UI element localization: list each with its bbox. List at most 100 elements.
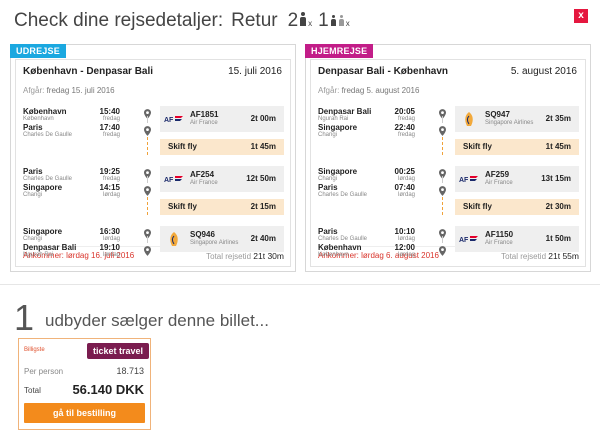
departure-day: fredag [397,116,415,122]
departure-day: lørdag [397,176,415,182]
flight-segment: Singapore Changi Paris Charles De Gaulle 00:… [318,161,579,198]
total-price: 56.140 DKK [72,382,144,397]
arrival-time: 07:40 [394,183,415,192]
route-line [442,236,443,243]
singapore-airlines-logo-icon [163,231,185,247]
flight-info[interactable]: AF AF259 Air France 13t 15m [455,166,579,192]
total-label: Total [24,386,41,395]
airline-name: Singapore Airlines [190,240,239,246]
departure-airport: Ngurah Rai [318,116,349,122]
return-itinerary: Denpasar Bali - København 5. august 2016… [310,59,586,267]
svg-text:AF: AF [164,117,174,124]
flight-number: AF254 [190,170,215,179]
layover-duration: 2t 15m [250,202,276,211]
close-button[interactable]: x [574,9,588,23]
arrival-airport: København [318,252,349,258]
passenger-count: 2 x 1 x [288,10,350,32]
route-line [147,176,148,183]
arrival-city: Paris [23,123,43,132]
route-line [442,116,443,123]
return-route: Denpasar Bali - København [318,66,449,77]
flight-info[interactable]: AF AF254 Air France 12t 50m [160,166,284,192]
location-pin-icon [144,106,151,119]
layover-bar: Skift fly 2t 30m [455,199,579,215]
arrival-day: lørdag [397,252,415,258]
arrival-city: Singapore [23,183,63,192]
layover-label: Skift fly [168,202,197,211]
airline-name: Air France [485,180,513,186]
flight-number: SQ946 [190,230,215,239]
layover-duration: 1t 45m [250,142,276,151]
flight-number: AF1851 [190,110,219,119]
arrival-time: 19:10 [99,243,120,252]
modal-title: Check dine rejsedetaljer: [14,10,224,31]
arrival-city: Singapore [318,123,358,132]
layover-bar: Skift fly 2t 15m [160,199,284,215]
departure-airport: Charles De Gaulle [318,236,368,242]
children-count: 1 [318,10,329,31]
flight-duration: 1t 50m [545,234,571,243]
air-france-logo-icon: AF [458,171,480,187]
offer-card[interactable]: Billigste ticket travel Per person 18.71… [18,338,151,430]
layover-label: Skift fly [168,142,197,151]
go-to-booking-button[interactable]: gå til bestilling [24,403,145,423]
return-departs: Afgår: fredag 5. august 2016 [318,86,419,95]
modal-header: Check dine rejsedetaljer: Retur 2 x 1 x [14,10,350,38]
flight-number: SQ947 [485,110,510,119]
layover-bar: Skift fly 1t 45m [455,139,579,155]
departs-label: Afgår: [318,86,340,95]
section-divider [0,284,600,285]
layover-label: Skift fly [463,202,492,211]
layover-dash [147,137,148,155]
adult-icon [299,12,307,26]
air-france-logo-icon: AF [163,111,185,127]
departure-airport: Changi [318,176,338,182]
flight-info[interactable]: AF AF1150 Air France 1t 50m [455,226,579,252]
flight-info[interactable]: SQ947 Singapore Airlines 2t 35m [455,106,579,132]
layover-dash [147,197,148,215]
arrival-airport: Charles De Gaulle [23,132,73,138]
arrival-airport: Changi [23,192,43,198]
child-icon [330,15,337,26]
provider-logo: ticket travel [87,343,149,359]
arrival-airport: Changi [318,132,338,138]
airline-name: Air France [190,180,218,186]
adults-count: 2 [287,10,299,31]
departure-city: Paris [23,167,43,176]
departure-day: fredag [102,116,120,122]
departure-day: fredag [102,176,120,182]
departure-time: 19:25 [99,167,120,176]
air-france-logo-icon: AF [458,231,480,247]
layover-dash [442,197,443,215]
air-france-logo-icon: AF [163,171,185,187]
location-pin-icon [144,166,151,179]
flight-info[interactable]: SQ946 Singapore Airlines 2t 40m [160,226,284,252]
outbound-itinerary: København - Denpasar Bali 15. juli 2016 … [15,59,291,267]
arrival-day: fredag [102,132,120,138]
departure-city: Singapore [23,227,63,236]
provider-text: udbyder sælger denne billet... [45,311,269,330]
departure-time: 10:10 [394,227,415,236]
trip-details-modal: Check dine rejsedetaljer: Retur 2 x 1 x … [0,0,600,440]
return-card: HJEMREJSE Denpasar Bali - København 5. a… [305,44,591,272]
location-pin-icon [144,226,151,239]
arrival-airport: Charles De Gaulle [318,192,368,198]
route-line [147,116,148,123]
flight-number: AF259 [485,170,510,179]
arrival-day: lørdag [102,252,120,258]
provider-count: 1 [14,297,35,338]
route-line [147,236,148,243]
flight-segment: Paris Charles De Gaulle København København… [318,221,579,258]
location-pin-icon [439,243,446,256]
arrival-city: Denpasar Bali [23,243,77,252]
layover-dash [442,137,443,155]
airline-name: Singapore Airlines [485,120,534,126]
cheapest-badge: Billigste [24,347,45,353]
per-person-label: Per person [24,367,64,376]
departs-value: fredag 5. august 2016 [341,86,420,95]
flight-info[interactable]: AF AF1851 Air France 2t 00m [160,106,284,132]
departs-label: Afgår: [23,86,45,95]
layover-bar: Skift fly 1t 45m [160,139,284,155]
location-pin-icon [439,226,446,239]
layover-duration: 1t 45m [545,142,571,151]
